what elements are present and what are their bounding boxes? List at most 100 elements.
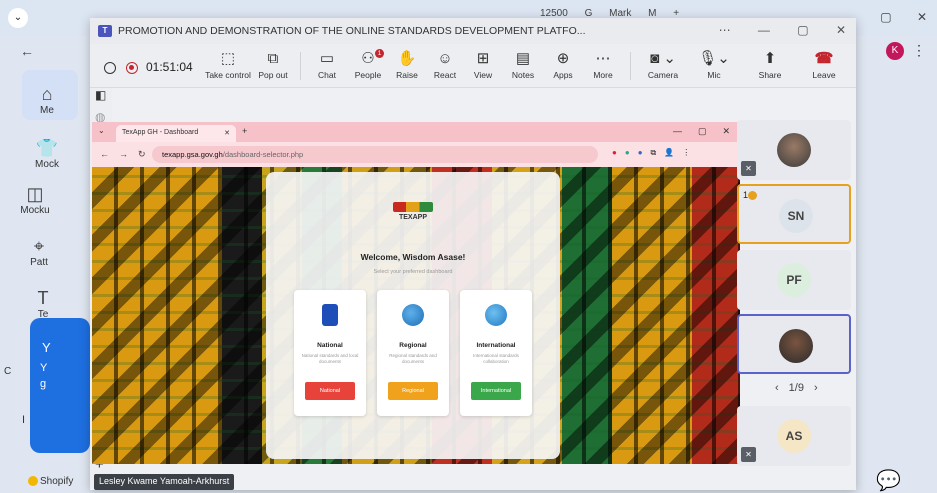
chevron-right-icon[interactable]: › xyxy=(814,382,818,394)
close-icon[interactable]: ✕ xyxy=(917,10,927,24)
profile-avatar[interactable]: K xyxy=(886,42,904,60)
close-icon: ✕ xyxy=(722,126,730,136)
pop-out-button[interactable]: ⧉ Pop out xyxy=(256,50,290,80)
globe-icon xyxy=(485,304,507,326)
popout-icon: ⧉ xyxy=(267,50,279,67)
hand-icon xyxy=(748,191,758,201)
close-icon[interactable]: ✕ xyxy=(836,23,846,37)
meeting-timer: 01:51:04 xyxy=(146,60,193,74)
meeting-title-bar: T PROMOTION AND DEMONSTRATION OF THE ONL… xyxy=(90,18,856,44)
back-arrow-icon[interactable]: ← xyxy=(20,43,34,59)
dashboard-selector-panel: TEXAPP Welcome, Wisdom Asase! Select you… xyxy=(266,172,560,459)
restore-icon: ▢ xyxy=(697,126,707,136)
chat-button[interactable]: ▭ Chat xyxy=(312,50,342,80)
apps-icon: ⊕ xyxy=(556,50,570,67)
background-promo-card[interactable]: Y Y g I C xyxy=(4,318,90,453)
camera-button[interactable]: ◙ ⌄ Camera xyxy=(638,50,688,80)
shared-extension-icons: ● ● ● ⧉ 👤 ⋮ xyxy=(612,148,698,158)
window-controls: ▢ ✕ xyxy=(858,10,927,24)
mic-button[interactable]: 🎙⌄ Mic xyxy=(694,50,734,80)
sidebar-item-text[interactable]: T Te xyxy=(8,288,78,320)
sidebar-item-mockups-2[interactable]: ◫ Mocku xyxy=(0,184,70,216)
chevron-left-icon[interactable]: ‹ xyxy=(775,382,779,394)
reload-icon: ↻ xyxy=(138,149,146,159)
participant-pager: ‹ 1/9 › xyxy=(775,382,818,394)
regional-button: Regional xyxy=(388,382,438,400)
participant-photo xyxy=(779,329,813,363)
share-icon: ⬆ xyxy=(763,50,777,67)
sidebar-item-shopify[interactable]: Shopify xyxy=(28,476,73,487)
grid-icon: ⊞ xyxy=(476,50,490,67)
maximize-icon[interactable]: ▢ xyxy=(797,23,808,37)
meeting-window-controls: ⋯ — ▢ ✕ xyxy=(695,23,846,37)
text-icon: T xyxy=(37,288,49,308)
sidebar-item-patterns[interactable]: ⌖ Patt xyxy=(4,236,74,268)
view-button[interactable]: ⊞ View xyxy=(468,50,498,80)
participant-photo xyxy=(777,133,811,167)
participant-tile[interactable]: AS ✕ xyxy=(737,406,851,466)
extension-icon: ● xyxy=(637,148,643,157)
status-ring-icon xyxy=(104,61,116,74)
browser-menu-icon[interactable]: ⋮ xyxy=(912,42,926,59)
recording-indicator: 01:51:04 xyxy=(104,60,193,74)
profile-icon: 👤 xyxy=(664,148,675,157)
chat-icon: ▭ xyxy=(319,50,335,67)
panel-icon[interactable]: ◧ xyxy=(95,88,106,102)
menu-icon: ⋮ xyxy=(682,148,691,157)
mic-off-icon: ✕ xyxy=(741,161,756,176)
notes-icon: ▤ xyxy=(515,50,531,67)
meeting-toolbar: 01:51:04 ⬚ Take control ⧉ Pop out ▭ Chat ⚇ P… xyxy=(90,44,856,88)
national-card: National National standards and local do… xyxy=(294,290,366,416)
shared-browser-tab: TexApp GH - Dashboard ✕ xyxy=(116,125,236,142)
toolbar-divider xyxy=(630,52,631,80)
smiley-icon: ☺ xyxy=(437,50,453,67)
sidebar-item-home[interactable]: ⌂ Me xyxy=(12,84,82,116)
tab-search-button[interactable]: ⌄ xyxy=(8,8,28,28)
back-arrow-icon: ← xyxy=(100,149,109,159)
participant-tile[interactable] xyxy=(737,314,851,374)
notes-button[interactable]: ▤ Notes xyxy=(508,50,538,80)
international-card: International International standards co… xyxy=(460,290,532,416)
people-button[interactable]: ⚇ People 1 xyxy=(350,49,386,80)
participant-tile[interactable]: ✕ xyxy=(737,120,851,180)
participant-tile[interactable]: PF xyxy=(737,250,851,310)
shopify-icon xyxy=(28,476,38,487)
take-control-button[interactable]: ⬚ Take control xyxy=(204,50,252,80)
sidebar-item-mockups[interactable]: 👕 Mock xyxy=(12,138,82,170)
raise-hand-button[interactable]: ✋ Raise xyxy=(392,50,422,80)
leave-button[interactable]: ☎ Leave xyxy=(804,50,844,80)
apps-button[interactable]: ⊕ Apps xyxy=(548,50,578,80)
participant-tile[interactable]: 1 SN xyxy=(737,184,851,244)
close-icon: ✕ xyxy=(224,130,230,137)
shared-nav-buttons: ← → ↻ xyxy=(100,149,156,160)
puzzle-icon: ⧉ xyxy=(650,148,657,157)
react-button[interactable]: ☺ React xyxy=(430,50,460,80)
ghana-map-icon xyxy=(322,304,338,326)
chevron-down-icon: ⌄ xyxy=(98,126,105,135)
recording-icon xyxy=(126,61,138,74)
meeting-title: PROMOTION AND DEMONSTRATION OF THE ONLIN… xyxy=(118,25,586,37)
pattern-icon: ⌖ xyxy=(33,236,45,256)
share-button[interactable]: ⬆ Share xyxy=(750,50,790,80)
phone-hangup-icon: ☎ xyxy=(814,50,834,67)
more-options-icon[interactable]: ⋯ xyxy=(719,23,731,37)
more-button[interactable]: ⋯ More xyxy=(588,50,618,80)
restore-icon[interactable]: ▢ xyxy=(880,10,891,24)
people-badge: 1 xyxy=(375,49,384,58)
logo-stripes xyxy=(393,202,433,212)
extension-icon: ● xyxy=(612,148,617,157)
camera-off-icon: ◙ ⌄ xyxy=(650,50,676,67)
avatar: PF xyxy=(777,263,811,297)
texapp-logo: TEXAPP xyxy=(393,202,433,228)
box-icon: ◫ xyxy=(26,184,44,204)
extension-icon: ● xyxy=(624,148,630,157)
minimize-icon: — xyxy=(672,126,682,136)
minimize-icon[interactable]: — xyxy=(758,23,770,37)
avatar: AS xyxy=(777,419,811,453)
mic-off-icon: 🎙⌄ xyxy=(698,50,730,67)
chat-assistant-icon[interactable]: 💬 xyxy=(876,468,901,493)
international-button: International xyxy=(471,382,521,400)
toolbar-divider xyxy=(300,52,301,80)
shared-browser-tab-bar: ⌄ TexApp GH - Dashboard ✕ + — ▢ ✕ xyxy=(92,122,740,142)
avatar: SN xyxy=(779,199,813,233)
